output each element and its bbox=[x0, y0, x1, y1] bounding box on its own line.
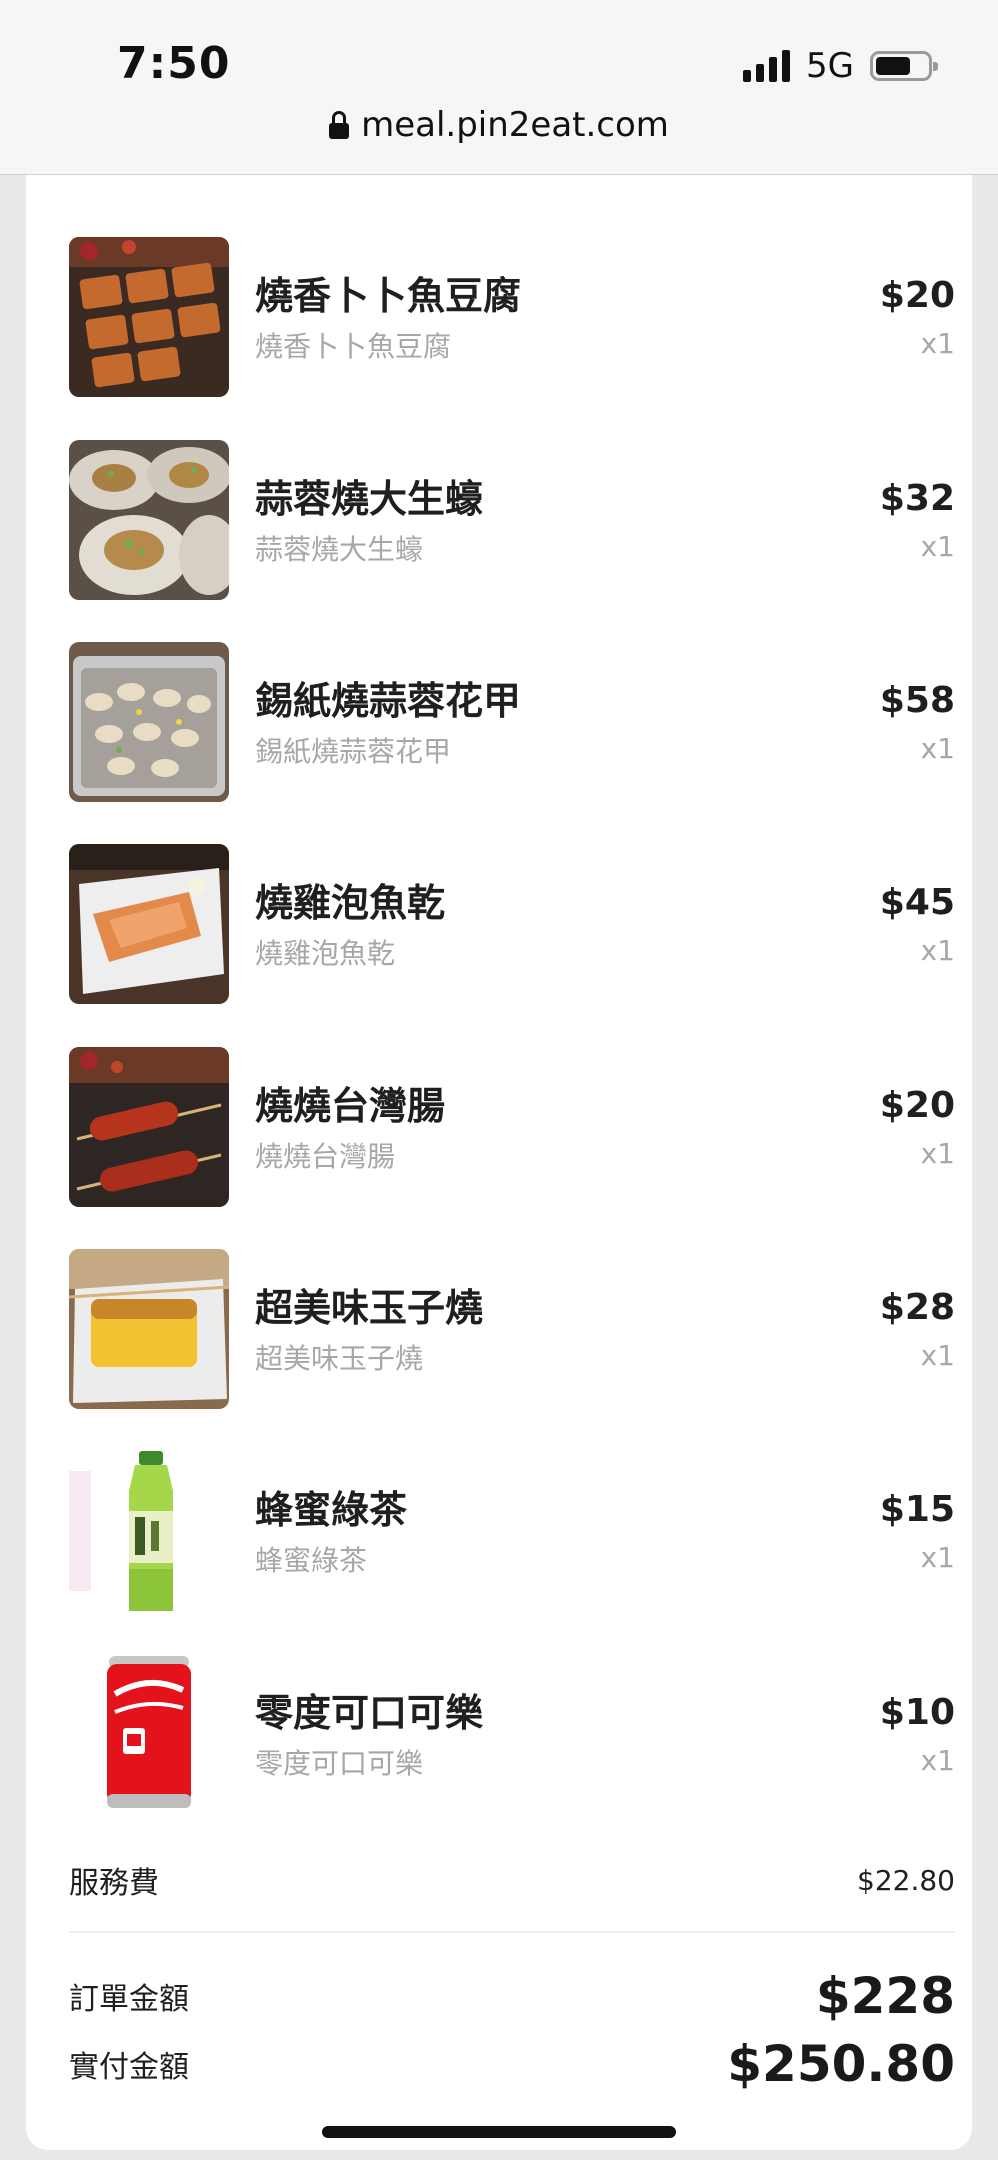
browser-chrome: 7:50 5G meal.pin2eat.com bbox=[0, 0, 998, 175]
status-time: 7:50 bbox=[117, 38, 231, 89]
item-price: $20 bbox=[879, 275, 955, 316]
item-title: 燒香卜卜魚豆腐 bbox=[255, 274, 522, 318]
paid-amount-value: $250.80 bbox=[727, 2035, 955, 2093]
item-price: $45 bbox=[879, 882, 955, 923]
item-price: $20 bbox=[879, 1085, 955, 1126]
list-item: 超美味玉子燒 超美味玉子燒 $28 x1 bbox=[69, 1249, 955, 1409]
foil-clams-photo bbox=[69, 642, 229, 802]
dried-pufferfish-photo bbox=[69, 844, 229, 1004]
item-subtitle: 燒香卜卜魚豆腐 bbox=[255, 330, 452, 363]
item-quantity: x1 bbox=[920, 327, 955, 360]
item-subtitle: 蜂蜜綠茶 bbox=[255, 1544, 368, 1577]
url-bar[interactable]: meal.pin2eat.com bbox=[0, 105, 998, 145]
order-amount-row: 訂單金額 $228 bbox=[69, 1963, 955, 2029]
item-quantity: x1 bbox=[920, 1137, 955, 1170]
garlic-oyster-photo bbox=[69, 440, 229, 600]
item-price: $32 bbox=[879, 478, 955, 519]
list-item: 蒜蓉燒大生蠔 蒜蓉燒大生蠔 $32 x1 bbox=[69, 440, 955, 600]
item-subtitle: 超美味玉子燒 bbox=[255, 1342, 424, 1375]
item-price: $10 bbox=[879, 1692, 955, 1733]
url-text[interactable]: meal.pin2eat.com bbox=[361, 105, 669, 145]
network-type: 5G bbox=[806, 46, 854, 86]
item-subtitle: 蒜蓉燒大生蠔 bbox=[255, 533, 424, 566]
home-indicator[interactable] bbox=[322, 2126, 676, 2138]
list-item: 零度可口可樂 零度可口可樂 $10 x1 bbox=[69, 1654, 955, 1814]
list-item: 錫紙燒蒜蓉花甲 錫紙燒蒜蓉花甲 $58 x1 bbox=[69, 642, 955, 802]
item-quantity: x1 bbox=[920, 732, 955, 765]
item-quantity: x1 bbox=[920, 1339, 955, 1372]
paid-amount-row: 實付金額 $250.80 bbox=[69, 2031, 955, 2097]
summary-divider bbox=[69, 1931, 955, 1933]
item-title: 錫紙燒蒜蓉花甲 bbox=[255, 679, 522, 723]
paid-amount-label: 實付金額 bbox=[69, 2050, 189, 2085]
order-amount-label: 訂單金額 bbox=[69, 1982, 189, 2017]
item-price: $58 bbox=[879, 680, 955, 721]
item-subtitle: 零度可口可樂 bbox=[255, 1747, 424, 1780]
item-price: $28 bbox=[879, 1287, 955, 1328]
list-item: 蜂蜜綠茶 蜂蜜綠茶 $15 x1 bbox=[69, 1451, 955, 1611]
list-item: 燒雞泡魚乾 燒雞泡魚乾 $45 x1 bbox=[69, 844, 955, 1004]
signal-icon bbox=[743, 50, 791, 82]
item-quantity: x1 bbox=[920, 530, 955, 563]
item-quantity: x1 bbox=[920, 1744, 955, 1777]
taiwan-sausage-photo bbox=[69, 1047, 229, 1207]
green-tea-bottle-photo bbox=[69, 1451, 229, 1611]
item-title: 蜂蜜綠茶 bbox=[255, 1488, 408, 1532]
service-fee-label: 服務費 bbox=[69, 1866, 159, 1901]
item-title: 超美味玉子燒 bbox=[255, 1286, 484, 1330]
lock-icon bbox=[329, 111, 350, 139]
service-fee-value: $22.80 bbox=[857, 1863, 955, 1897]
order-card: 燒香卜卜魚豆腐 燒香卜卜魚豆腐 $20 x1 蒜蓉燒大生蠔 蒜蓉燒大生蠔 $32… bbox=[26, 175, 972, 2150]
item-quantity: x1 bbox=[920, 934, 955, 967]
item-price: $15 bbox=[879, 1489, 955, 1530]
item-title: 零度可口可樂 bbox=[255, 1691, 484, 1735]
grilled-fish-tofu-photo bbox=[69, 237, 229, 397]
battery-icon bbox=[870, 51, 938, 81]
coke-zero-can-photo bbox=[69, 1654, 229, 1814]
tamagoyaki-photo bbox=[69, 1249, 229, 1409]
status-icons: 5G bbox=[743, 46, 938, 86]
item-subtitle: 燒雞泡魚乾 bbox=[255, 937, 396, 970]
list-item: 燒香卜卜魚豆腐 燒香卜卜魚豆腐 $20 x1 bbox=[69, 237, 955, 397]
item-title: 蒜蓉燒大生蠔 bbox=[255, 477, 484, 521]
item-title: 燒雞泡魚乾 bbox=[255, 881, 446, 925]
item-subtitle: 燒燒台灣腸 bbox=[255, 1140, 396, 1173]
order-amount-value: $228 bbox=[815, 1967, 955, 2025]
item-title: 燒燒台灣腸 bbox=[255, 1084, 446, 1128]
item-quantity: x1 bbox=[920, 1541, 955, 1574]
service-fee-row: 服務費 $22.80 bbox=[69, 1855, 955, 1905]
list-item: 燒燒台灣腸 燒燒台灣腸 $20 x1 bbox=[69, 1047, 955, 1207]
item-subtitle: 錫紙燒蒜蓉花甲 bbox=[255, 735, 452, 768]
